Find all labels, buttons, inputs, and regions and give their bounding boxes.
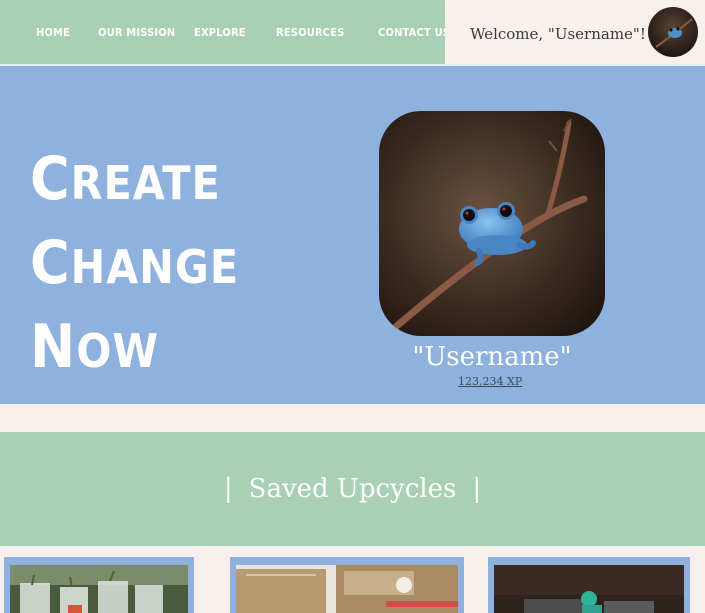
hero-line-now: NOW — [30, 312, 160, 382]
saved-upcycles-heading: | Saved Upcycles | — [0, 474, 705, 504]
upcycle-card-piano-music-gift[interactable] — [230, 557, 464, 613]
plant-cups-image — [10, 565, 188, 613]
nav-home[interactable]: HOME — [36, 26, 70, 39]
upcycle-card-bottle-craft[interactable] — [488, 557, 690, 613]
hero-line-create: CREATE — [30, 144, 221, 214]
heading-divider-right: | — [472, 474, 482, 504]
piano-music-gift-image — [236, 565, 458, 613]
nav-explore[interactable]: EXPLORE — [194, 26, 246, 39]
profile-picture — [379, 111, 605, 336]
welcome-bar: Welcome, "Username"! — [445, 0, 705, 64]
top-nav: HOME OUR MISSION EXPLORE RESOURCES CONTA… — [0, 0, 450, 64]
welcome-message: Welcome, "Username"! — [470, 25, 646, 43]
hero-line-change: CHANGE — [30, 228, 240, 298]
profile-username: "Username" — [412, 342, 572, 372]
avatar[interactable] — [648, 7, 698, 57]
nav-contact-us[interactable]: CONTACT US — [378, 26, 450, 39]
nav-resources[interactable]: RESOURCES — [276, 26, 345, 39]
nav-our-mission[interactable]: OUR MISSION — [98, 26, 175, 39]
xp-count[interactable]: 123,234 XP — [458, 375, 522, 388]
saved-upcycles-label: Saved Upcycles — [248, 474, 457, 504]
bottle-craft-image — [494, 565, 684, 613]
upcycle-card-plant-cups[interactable] — [4, 557, 194, 613]
hero-section: CREATE CHANGE NOW "Username" 123,234 XP — [0, 64, 705, 404]
saved-upcycles-banner: | Saved Upcycles | — [0, 432, 705, 546]
heading-divider-left: | — [223, 474, 233, 504]
